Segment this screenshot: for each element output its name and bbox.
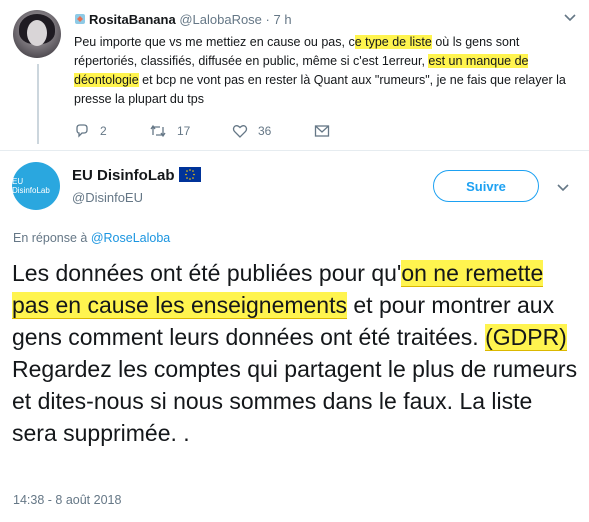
reply-prefix: En réponse à xyxy=(13,231,91,245)
display-name-text: EU DisinfoLab xyxy=(72,167,175,184)
tweet-time[interactable]: 7 h xyxy=(274,12,292,27)
avatar-text: EU DisinfoLab xyxy=(12,177,50,195)
highlighted-text: e type de liste xyxy=(354,35,432,49)
text-segment: Regardez les comptes qui partagent le pl… xyxy=(12,356,578,446)
tweet-text: Les données ont été publiées pour qu'on … xyxy=(12,257,582,449)
reply-icon xyxy=(76,124,88,138)
heart-icon xyxy=(232,125,248,138)
tweet-actions: 2 17 36 xyxy=(74,123,374,141)
avatar-face xyxy=(27,20,47,46)
user-handle[interactable]: @LalobaRose xyxy=(179,12,262,27)
tweet-text: Peu importe que vs me mettiez en cause o… xyxy=(74,33,579,109)
text-segment: Peu importe que vs me mettiez en cause o… xyxy=(74,35,355,49)
display-name[interactable]: EU DisinfoLab xyxy=(72,167,201,184)
parent-tweet[interactable]: RositaBanana @LalobaRose · 7 h Peu impor… xyxy=(0,0,589,150)
highlighted-text: (GDPR) xyxy=(485,324,567,351)
like-count: 36 xyxy=(258,124,272,138)
chevron-down-icon[interactable] xyxy=(556,180,570,194)
retweet-count: 17 xyxy=(177,124,191,138)
avatar[interactable]: EU DisinfoLab xyxy=(12,162,60,210)
tweet-timestamp[interactable]: 14:38 - 8 août 2018 xyxy=(13,493,121,507)
follow-button[interactable]: Suivre xyxy=(433,170,539,202)
thread-connector xyxy=(37,64,39,144)
display-name[interactable]: RositaBanana xyxy=(89,12,176,27)
chevron-down-icon[interactable] xyxy=(563,10,577,24)
tweet-header: RositaBanana @LalobaRose · 7 h xyxy=(74,12,292,27)
reply-count: 2 xyxy=(100,124,107,138)
emoji-icon xyxy=(75,14,85,24)
user-handle[interactable]: @DisinfoEU xyxy=(72,190,143,205)
eu-flag-icon xyxy=(178,167,201,182)
reply-to-link[interactable]: @RoseLaloba xyxy=(91,231,170,245)
reply-action[interactable]: 2 xyxy=(74,123,107,139)
avatar[interactable] xyxy=(13,10,61,58)
retweet-icon xyxy=(150,124,166,138)
retweet-action[interactable]: 17 xyxy=(149,123,190,139)
text-segment: Les données ont été publiées pour qu' xyxy=(12,260,402,286)
reply-context: En réponse à @RoseLaloba xyxy=(13,231,170,245)
dm-action[interactable] xyxy=(314,123,340,139)
dot-separator: · xyxy=(265,12,270,27)
envelope-icon xyxy=(314,125,330,137)
text-segment: et bcp ne vont pas en rester là Quant au… xyxy=(74,73,566,106)
tweet-divider xyxy=(0,150,589,151)
like-action[interactable]: 36 xyxy=(232,123,271,139)
